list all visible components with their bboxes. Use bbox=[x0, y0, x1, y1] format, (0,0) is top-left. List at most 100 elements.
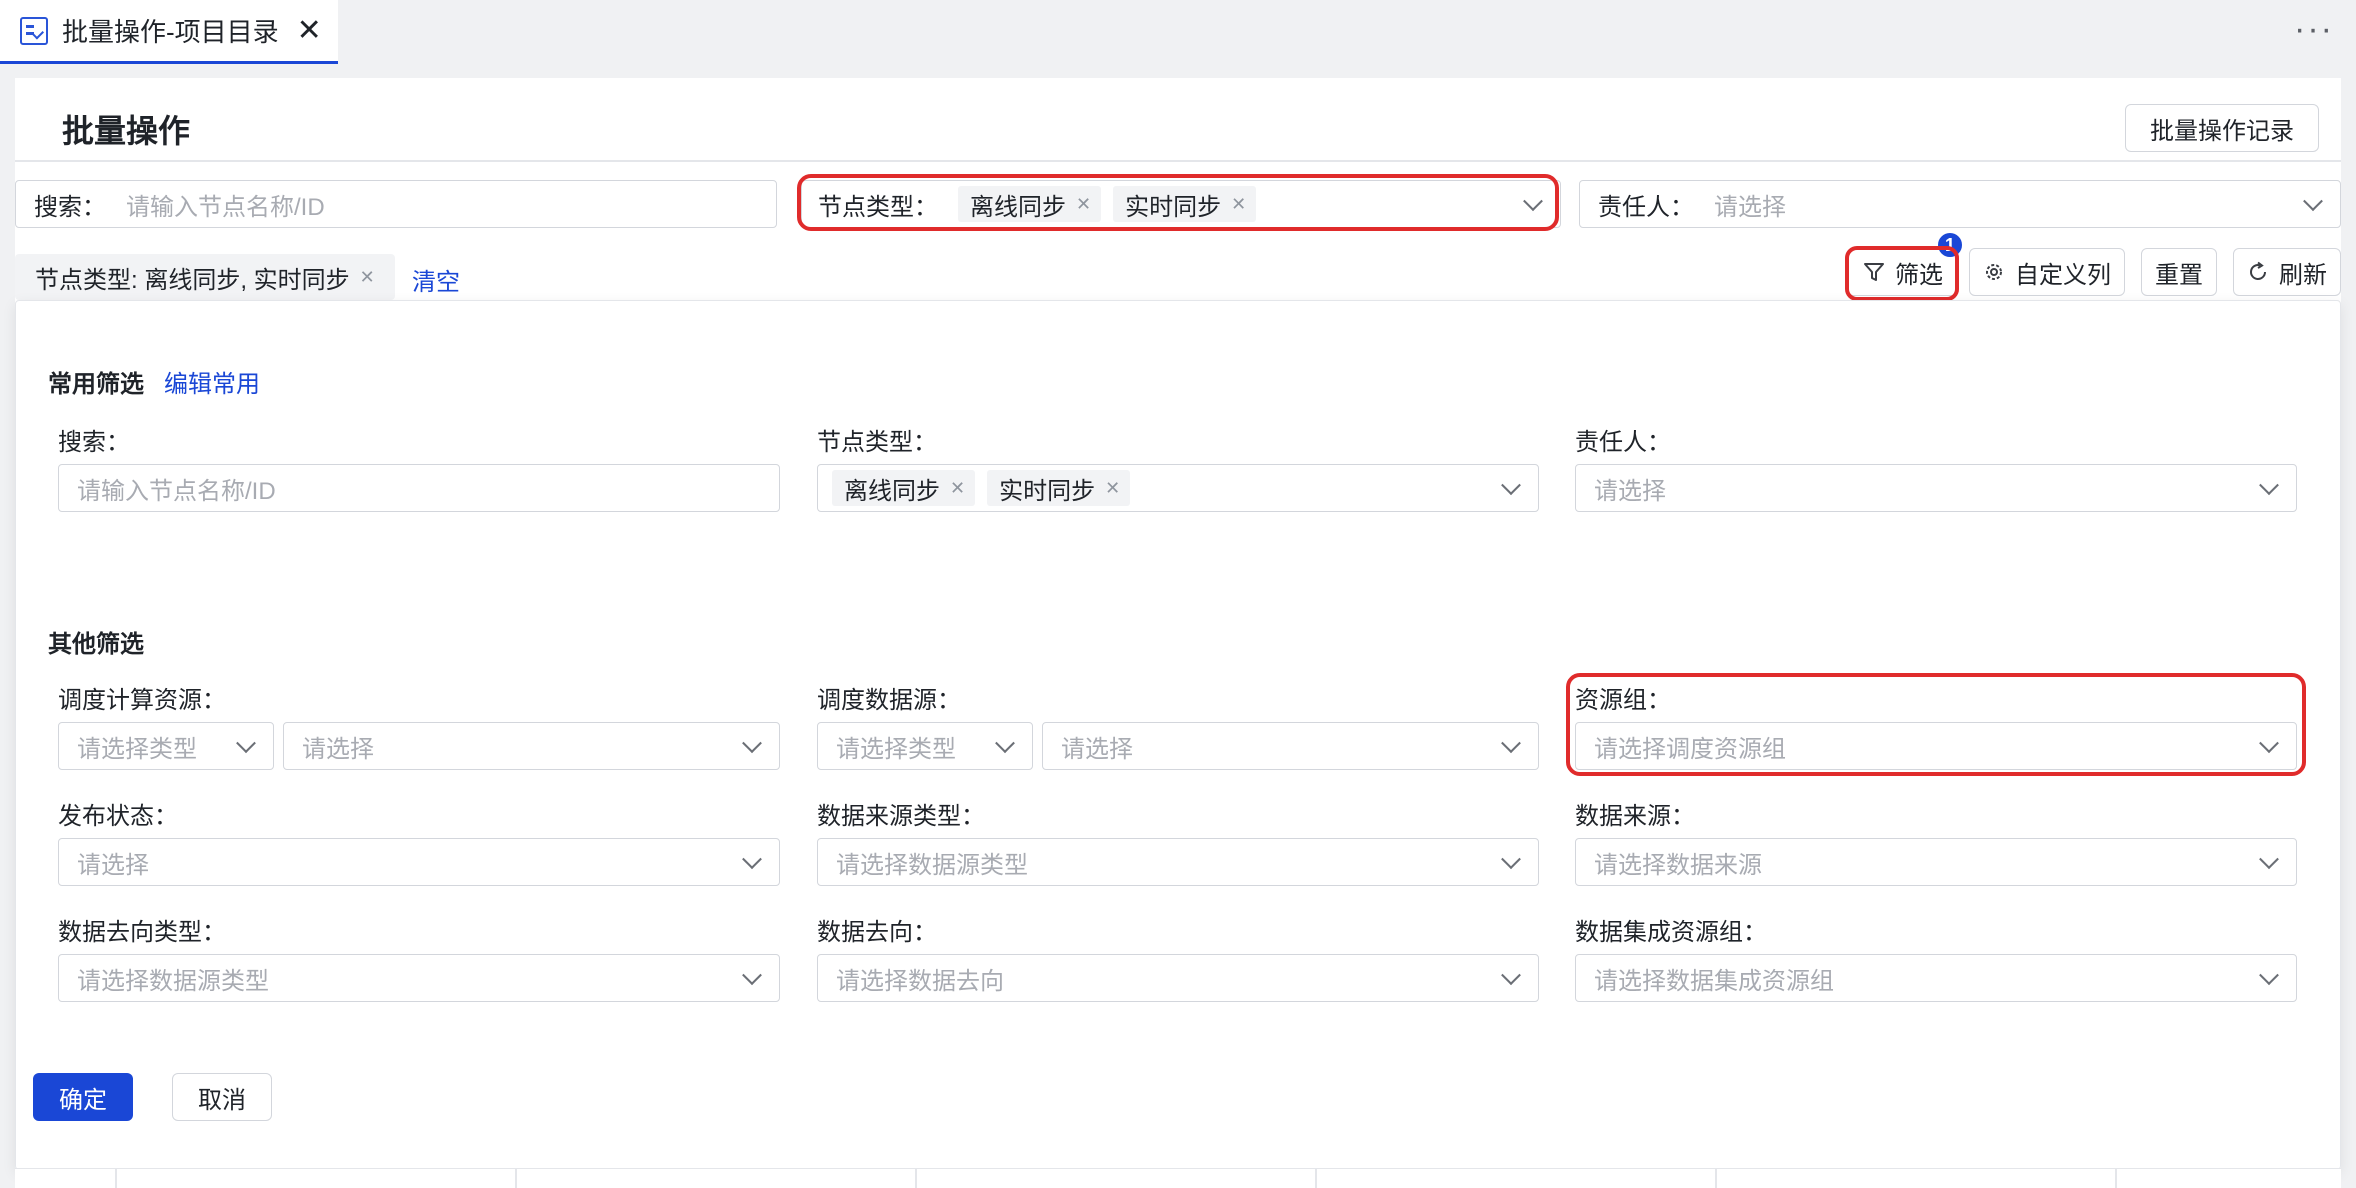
dest-placeholder: 请选择数据去向 bbox=[836, 967, 1004, 995]
publish-status-placeholder: 请选择 bbox=[77, 851, 149, 879]
refresh-icon bbox=[2250, 261, 2266, 280]
datasource-placeholder: 请选择 bbox=[1061, 735, 1133, 763]
dest-type-select[interactable]: 请选择数据源类型 bbox=[58, 954, 780, 1002]
batch-records-button[interactable]: 批量操作记录 bbox=[2125, 104, 2319, 152]
tag-close-icon[interactable]: ✕ bbox=[1076, 194, 1091, 215]
common-search-placeholder: 请输入节点名称/ID bbox=[77, 477, 276, 505]
tag-close-icon[interactable]: ✕ bbox=[950, 478, 965, 499]
chevron-down-icon bbox=[1501, 475, 1521, 496]
tab-title: 批量操作-项目目录 bbox=[62, 17, 279, 47]
custom-columns-button[interactable]: 自定义列 bbox=[1969, 248, 2125, 296]
resource-group-label: 资源组： bbox=[1575, 687, 1671, 714]
common-owner-placeholder: 请选择 bbox=[1594, 477, 1666, 505]
title-divider bbox=[15, 160, 2341, 162]
table-divider bbox=[115, 1169, 117, 1188]
chevron-down-icon bbox=[2259, 849, 2279, 870]
chevron-down-icon bbox=[2259, 475, 2279, 496]
compute-resource-select[interactable]: 请选择 bbox=[283, 722, 780, 770]
table-divider bbox=[1715, 1169, 1717, 1188]
compute-type-placeholder: 请选择类型 bbox=[77, 735, 197, 763]
data-source-label: 数据来源： bbox=[1575, 803, 1695, 830]
data-source-select[interactable]: 请选择数据来源 bbox=[1575, 838, 2297, 886]
table-divider bbox=[515, 1169, 517, 1188]
tag-realtime-sync: 实时同步 ✕ bbox=[987, 470, 1131, 506]
compute-resource-placeholder: 请选择 bbox=[302, 735, 374, 763]
page-title: 批量操作 bbox=[62, 113, 191, 149]
compute-type-select[interactable]: 请选择类型 bbox=[58, 722, 274, 770]
chevron-down-icon bbox=[995, 733, 1015, 754]
common-filters-title: 常用筛选 bbox=[48, 371, 144, 398]
common-owner-label: 责任人： bbox=[1575, 429, 1671, 456]
datasource-type-select[interactable]: 请选择类型 bbox=[817, 722, 1033, 770]
filter-count-badge: 1 bbox=[1936, 231, 1964, 259]
table-header-remnant bbox=[15, 1168, 2341, 1188]
chevron-down-icon bbox=[742, 733, 762, 754]
edit-common-link[interactable]: 编辑常用 bbox=[164, 364, 260, 399]
tag-realtime-sync: 实时同步 ✕ bbox=[1113, 186, 1257, 222]
main-panel: 批量操作 批量操作记录 搜索： 请输入节点名称/ID 节点类型： 离线同步 ✕ 实… bbox=[15, 78, 2341, 1188]
publish-status-select[interactable]: 请选择 bbox=[58, 838, 780, 886]
resource-group-placeholder: 请选择调度资源组 bbox=[1594, 735, 1786, 763]
search-input[interactable]: 搜索： 请输入节点名称/ID bbox=[15, 180, 777, 228]
owner-select[interactable]: 责任人： 请选择 bbox=[1579, 180, 2341, 228]
checklist-icon bbox=[20, 16, 48, 45]
filter-icon bbox=[1864, 263, 1884, 281]
common-owner-select[interactable]: 请选择 bbox=[1575, 464, 2297, 512]
owner-label: 责任人： bbox=[1598, 193, 1694, 221]
reset-button[interactable]: 重置 bbox=[2141, 248, 2217, 296]
chevron-down-icon bbox=[1501, 965, 1521, 986]
tag-close-icon[interactable]: ✕ bbox=[1105, 478, 1120, 499]
table-divider bbox=[915, 1169, 917, 1188]
active-filter-text: 节点类型: 离线同步, 实时同步 bbox=[35, 266, 350, 294]
dest-label: 数据去向： bbox=[817, 919, 937, 946]
data-source-placeholder: 请选择数据来源 bbox=[1594, 851, 1762, 879]
integration-group-label: 数据集成资源组： bbox=[1575, 919, 1767, 946]
chevron-down-icon bbox=[1523, 191, 1543, 212]
clear-filters-link[interactable]: 清空 bbox=[412, 262, 460, 297]
integration-group-select[interactable]: 请选择数据集成资源组 bbox=[1575, 954, 2297, 1002]
chevron-down-icon bbox=[1501, 849, 1521, 870]
chevron-down-icon bbox=[2303, 191, 2323, 212]
filter-button[interactable]: 筛选 1 bbox=[1847, 231, 1964, 296]
filter-button-label: 筛选 bbox=[1895, 261, 1943, 289]
table-divider bbox=[2115, 1169, 2117, 1188]
publish-status-label: 发布状态： bbox=[58, 803, 178, 830]
chevron-down-icon bbox=[742, 849, 762, 870]
search-placeholder: 请输入节点名称/ID bbox=[126, 193, 325, 221]
tab-bar: 批量操作-项目目录 ✕ ··· bbox=[0, 0, 2356, 64]
tab-batch-operation[interactable]: 批量操作-项目目录 ✕ bbox=[0, 0, 338, 64]
chevron-down-icon bbox=[1501, 733, 1521, 754]
dest-select[interactable]: 请选择数据去向 bbox=[817, 954, 1539, 1002]
dest-type-label: 数据去向类型： bbox=[58, 919, 226, 946]
chevron-down-icon bbox=[236, 733, 256, 754]
chevron-down-icon bbox=[742, 965, 762, 986]
common-search-input[interactable]: 请输入节点名称/ID bbox=[58, 464, 780, 512]
confirm-button[interactable]: 确定 bbox=[33, 1073, 133, 1121]
source-type-select[interactable]: 请选择数据源类型 bbox=[817, 838, 1539, 886]
chip-close-icon[interactable]: ✕ bbox=[360, 267, 375, 288]
node-type-label: 节点类型： bbox=[818, 193, 938, 221]
refresh-button[interactable]: 刷新 bbox=[2233, 248, 2341, 296]
more-icon[interactable]: ··· bbox=[2294, 10, 2334, 49]
custom-columns-label: 自定义列 bbox=[2015, 261, 2111, 289]
tag-offline-sync: 离线同步 ✕ bbox=[832, 470, 976, 506]
tag-offline-sync: 离线同步 ✕ bbox=[958, 186, 1102, 222]
datasource-type-placeholder: 请选择类型 bbox=[836, 735, 956, 763]
chevron-down-icon bbox=[2259, 733, 2279, 754]
schedule-datasource-label: 调度数据源： bbox=[817, 687, 961, 714]
common-search-label: 搜索： bbox=[58, 429, 130, 456]
source-type-label: 数据来源类型： bbox=[817, 803, 985, 830]
resource-group-select[interactable]: 请选择调度资源组 bbox=[1575, 722, 2297, 770]
close-icon[interactable]: ✕ bbox=[297, 15, 322, 46]
other-filters-title: 其他筛选 bbox=[48, 631, 144, 658]
common-node-type-label: 节点类型： bbox=[817, 429, 937, 456]
tag-close-icon[interactable]: ✕ bbox=[1231, 194, 1246, 215]
common-node-type-select[interactable]: 离线同步 ✕ 实时同步 ✕ bbox=[817, 464, 1539, 512]
node-type-select[interactable]: 节点类型： 离线同步 ✕ 实时同步 ✕ bbox=[801, 180, 1561, 228]
dest-type-placeholder: 请选择数据源类型 bbox=[77, 967, 269, 995]
table-divider bbox=[1315, 1169, 1317, 1188]
gear-icon bbox=[1986, 264, 2002, 280]
integration-group-placeholder: 请选择数据集成资源组 bbox=[1594, 967, 1834, 995]
cancel-button[interactable]: 取消 bbox=[172, 1073, 272, 1121]
datasource-select[interactable]: 请选择 bbox=[1042, 722, 1539, 770]
